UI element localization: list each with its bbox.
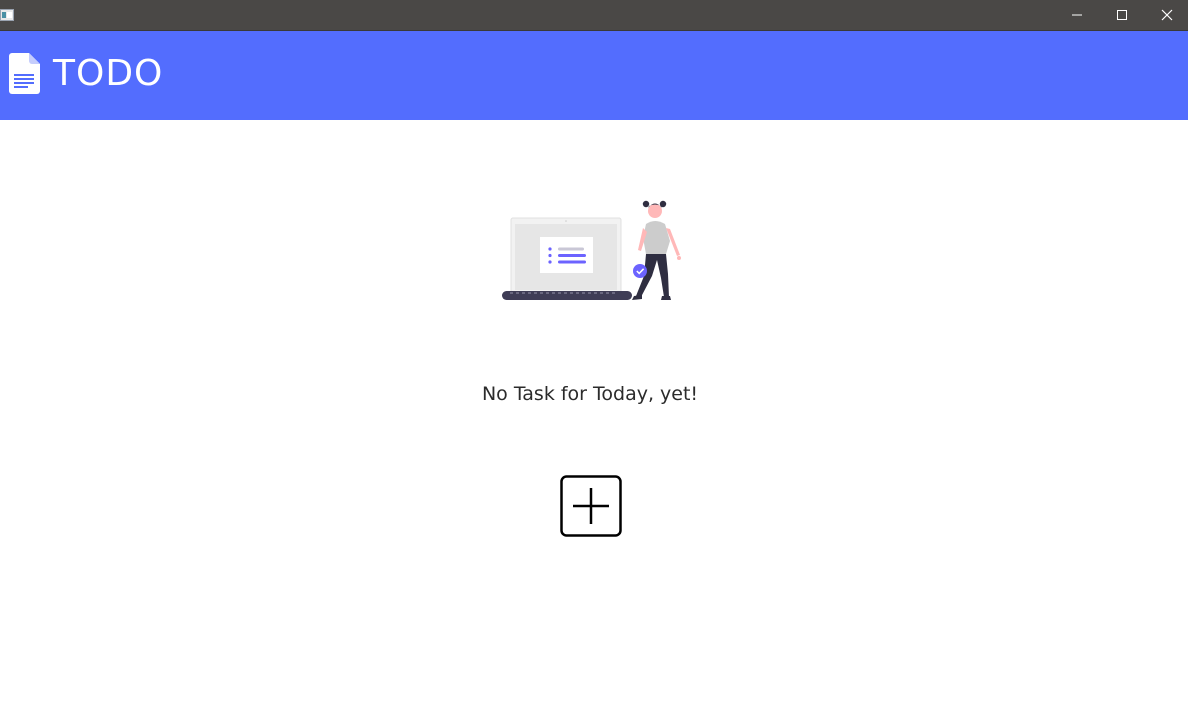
maximize-button[interactable] — [1099, 0, 1144, 30]
close-icon — [1161, 9, 1172, 21]
app-window: TODO No Task for Today, yet! — [0, 0, 1188, 725]
close-button[interactable] — [1144, 0, 1188, 30]
add-task-button[interactable] — [560, 475, 622, 537]
minimize-button[interactable] — [1054, 0, 1099, 30]
empty-tasks-illustration — [502, 200, 681, 300]
title-bar[interactable] — [0, 0, 1188, 31]
minimize-icon — [1071, 14, 1082, 16]
app-icon — [0, 9, 14, 21]
maximize-icon — [1116, 10, 1127, 20]
empty-message: No Task for Today, yet! — [481, 383, 699, 405]
app-title: TODO — [53, 53, 164, 94]
document-icon — [9, 53, 40, 94]
app-header: TODO — [0, 31, 1188, 120]
